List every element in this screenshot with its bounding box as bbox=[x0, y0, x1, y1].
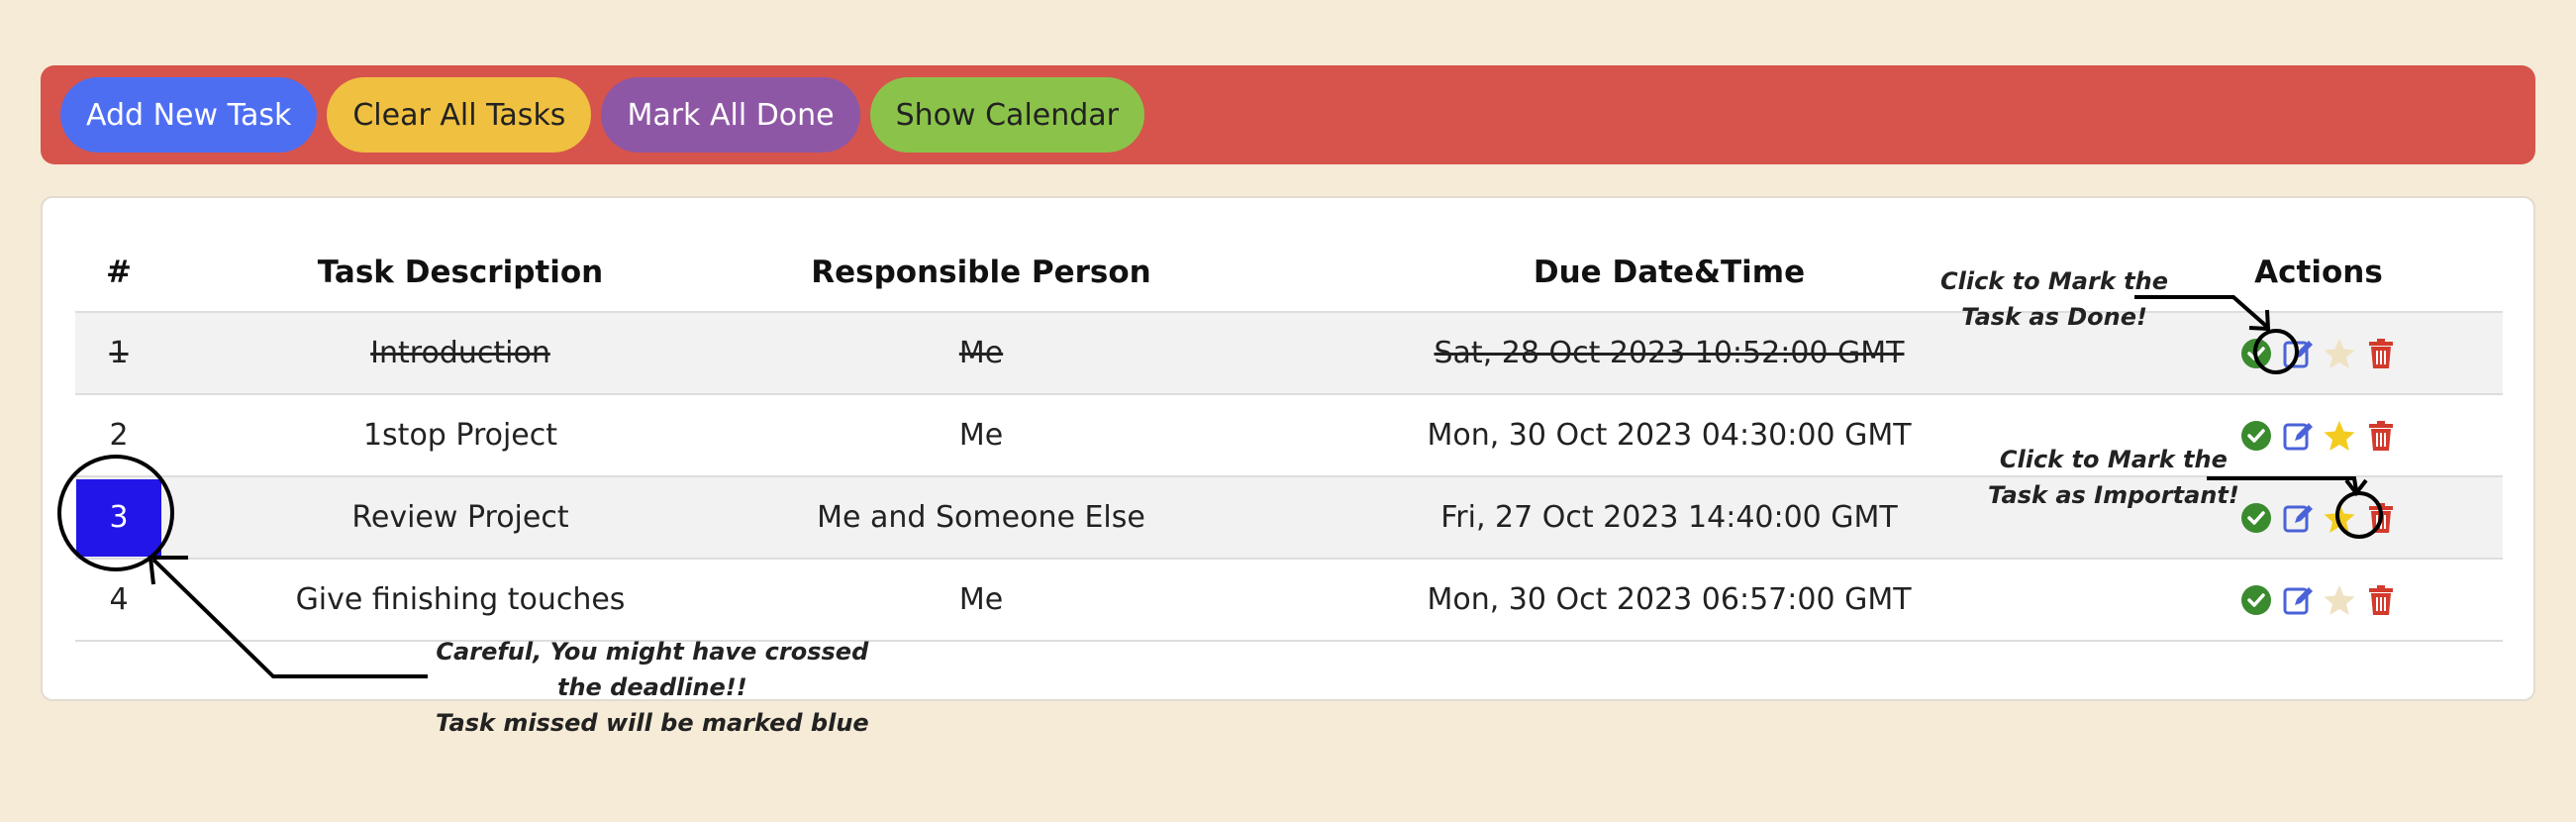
important-annotation-line2: Task as Important! bbox=[1988, 481, 2239, 509]
edit-icon[interactable] bbox=[2281, 419, 2315, 453]
star-icon[interactable] bbox=[2323, 419, 2356, 453]
task-description-cell: Review Project bbox=[162, 476, 758, 560]
edit-icon[interactable] bbox=[2281, 337, 2315, 370]
table-row: 4 Give finishing touches Me Mon, 30 Oct 202… bbox=[75, 559, 2503, 642]
actions-cell bbox=[2134, 559, 2503, 642]
task-number-cell: 3 bbox=[75, 476, 162, 560]
header-responsible-person: Responsible Person bbox=[758, 234, 1204, 313]
deadline-annotation: Careful, You might have crossed the dead… bbox=[436, 634, 869, 741]
check-circle-icon[interactable] bbox=[2239, 583, 2273, 617]
task-number-cell: 1 bbox=[75, 312, 162, 395]
star-icon[interactable] bbox=[2323, 337, 2356, 370]
check-circle-icon[interactable] bbox=[2239, 501, 2273, 535]
responsible-person-cell: Me bbox=[758, 559, 1204, 642]
deadline-annotation-line1: Careful, You might have crossed bbox=[436, 638, 869, 666]
check-circle-icon[interactable] bbox=[2239, 337, 2273, 370]
important-annotation-line1: Click to Mark the bbox=[1999, 446, 2228, 473]
show-calendar-button[interactable]: Show Calendar bbox=[869, 77, 1145, 153]
header-task-description: Task Description bbox=[162, 234, 758, 313]
responsible-person-cell: Me and Someone Else bbox=[758, 476, 1204, 560]
trash-icon[interactable] bbox=[2364, 337, 2398, 370]
important-annotation: Click to Mark the Task as Important! bbox=[1988, 442, 2239, 513]
task-description-cell: Introduction bbox=[162, 312, 758, 395]
header-actions: Actions bbox=[2134, 234, 2503, 313]
done-annotation: Click to Mark the Task as Done! bbox=[1940, 263, 2168, 335]
trash-icon[interactable] bbox=[2364, 501, 2398, 535]
trash-icon[interactable] bbox=[2364, 419, 2398, 453]
due-date-cell: Mon, 30 Oct 2023 06:57:00 GMT bbox=[1204, 559, 2134, 642]
responsible-person-cell: Me bbox=[758, 394, 1204, 477]
star-icon[interactable] bbox=[2323, 583, 2356, 617]
deadline-annotation-line2: the deadline!! bbox=[556, 673, 747, 701]
done-annotation-line1: Click to Mark the bbox=[1940, 267, 2168, 295]
task-description-cell: 1stop Project bbox=[162, 394, 758, 477]
responsible-person-cell: Me bbox=[758, 312, 1204, 395]
actions-group bbox=[2134, 583, 2503, 617]
task-description-cell: Give finishing touches bbox=[162, 559, 758, 642]
edit-icon[interactable] bbox=[2281, 501, 2315, 535]
check-circle-icon[interactable] bbox=[2239, 419, 2273, 453]
actions-cell bbox=[2134, 312, 2503, 395]
toolbar: Add New Task Clear All Tasks Mark All Do… bbox=[41, 65, 2535, 164]
missed-deadline-marker: 3 bbox=[76, 478, 161, 557]
trash-icon[interactable] bbox=[2364, 583, 2398, 617]
clear-all-tasks-button[interactable]: Clear All Tasks bbox=[327, 77, 592, 153]
add-new-task-button[interactable]: Add New Task bbox=[60, 77, 318, 153]
done-annotation-line2: Task as Done! bbox=[1961, 303, 2147, 331]
task-number-cell: 2 bbox=[75, 394, 162, 477]
star-icon[interactable] bbox=[2323, 501, 2356, 535]
deadline-annotation-line3: Task missed will be marked blue bbox=[436, 709, 869, 737]
header-number: # bbox=[75, 234, 162, 313]
actions-group bbox=[2134, 337, 2503, 370]
mark-all-done-button[interactable]: Mark All Done bbox=[601, 77, 860, 153]
task-number-cell: 4 bbox=[75, 559, 162, 642]
edit-icon[interactable] bbox=[2281, 583, 2315, 617]
